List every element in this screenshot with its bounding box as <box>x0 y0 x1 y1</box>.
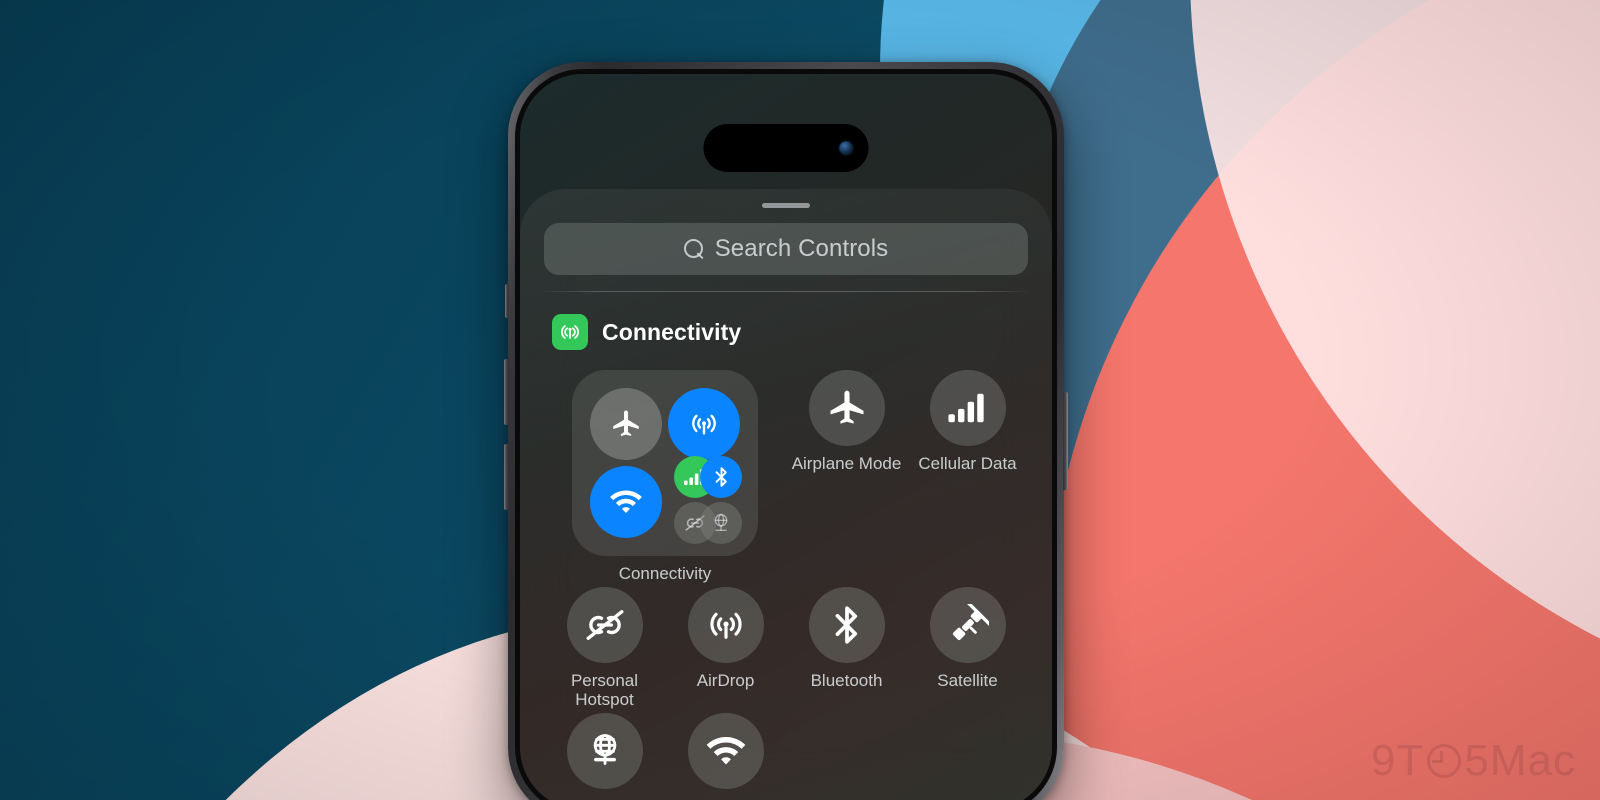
connectivity-group-title: Connectivity <box>602 318 742 345</box>
watermark-prefix: 9T <box>1371 736 1425 785</box>
control-satellite: Satellite <box>907 587 1028 709</box>
airdrop-button[interactable] <box>687 587 764 664</box>
drag-handle[interactable] <box>762 203 810 208</box>
phone-screen: Search Controls Connectivity Connectivit… <box>520 74 1052 800</box>
control-label: Airplane Mode <box>791 454 902 473</box>
control-label: Satellite <box>937 671 998 691</box>
control-airdrop: AirDrop <box>665 587 786 709</box>
search-input[interactable]: Search Controls <box>544 223 1028 275</box>
widget-toggle-wifi[interactable] <box>590 466 662 538</box>
widget-toggle-vpn[interactable] <box>700 502 742 544</box>
volume-up-button[interactable] <box>504 359 509 425</box>
vpn-button[interactable] <box>566 713 643 790</box>
power-button[interactable] <box>1063 392 1068 490</box>
wifi-button[interactable] <box>687 713 764 790</box>
connectivity-broadcast-icon <box>552 314 588 350</box>
watermark-9to5mac: 9T 5Mac <box>1371 736 1576 786</box>
control-wifi: Wi-Fi <box>665 713 786 800</box>
control-personal-hotspot: Personal Hotspot <box>544 587 665 709</box>
silent-switch-button[interactable] <box>505 284 509 318</box>
connectivity-widget-tile[interactable] <box>572 370 758 556</box>
bluetooth-icon <box>835 606 857 645</box>
volume-down-button[interactable] <box>504 444 509 510</box>
control-label: Cellular Data <box>918 454 1017 473</box>
iphone-device: Search Controls Connectivity Connectivit… <box>504 62 1068 800</box>
control-label: AirDrop <box>696 671 755 691</box>
vpn-globe-icon <box>593 734 616 765</box>
control-airplane-mode: Airplane Mode <box>786 370 907 583</box>
satellite-icon <box>952 604 989 641</box>
controls-grid: Connectivity Airplane Mode Cellular Data… <box>544 370 1028 800</box>
widget-toggle-airdrop[interactable] <box>668 388 740 460</box>
cellular-data-button[interactable] <box>929 370 1006 446</box>
control-center-panel: Search Controls Connectivity Connectivit… <box>520 189 1052 800</box>
widget-toggle-airplane-mode[interactable] <box>590 388 662 460</box>
bluetooth-button[interactable] <box>808 587 885 664</box>
control-label: Personal Hotspot <box>570 671 639 709</box>
control-vpn: VPN <box>544 713 665 800</box>
front-camera-icon <box>839 141 853 155</box>
airplane-icon <box>830 390 863 424</box>
control-label: Bluetooth <box>810 671 883 691</box>
dynamic-island <box>703 124 869 172</box>
control-connectivity-widget: Connectivity <box>544 370 786 583</box>
satellite-button[interactable] <box>929 587 1006 664</box>
control-cellular-data: Cellular Data <box>907 370 1028 583</box>
control-bluetooth: Bluetooth <box>786 587 907 709</box>
widget-toggle-bluetooth[interactable] <box>700 456 742 498</box>
search-placeholder: Search Controls <box>714 235 889 262</box>
personal-hotspot-button[interactable] <box>566 587 643 664</box>
section-divider <box>544 291 1028 292</box>
phone-bezel: Search Controls Connectivity Connectivit… <box>515 69 1057 800</box>
control-label: Connectivity <box>618 564 712 583</box>
wifi-icon <box>706 737 745 765</box>
clock-icon <box>1427 744 1462 778</box>
connectivity-group-header: Connectivity <box>544 314 1028 350</box>
cellular-bars-icon <box>947 393 984 423</box>
airdrop-icon <box>709 613 742 640</box>
airplane-mode-button[interactable] <box>808 370 885 446</box>
watermark-suffix: 5Mac <box>1464 736 1576 785</box>
search-icon <box>683 238 705 260</box>
hotspot-off-icon <box>586 610 623 641</box>
